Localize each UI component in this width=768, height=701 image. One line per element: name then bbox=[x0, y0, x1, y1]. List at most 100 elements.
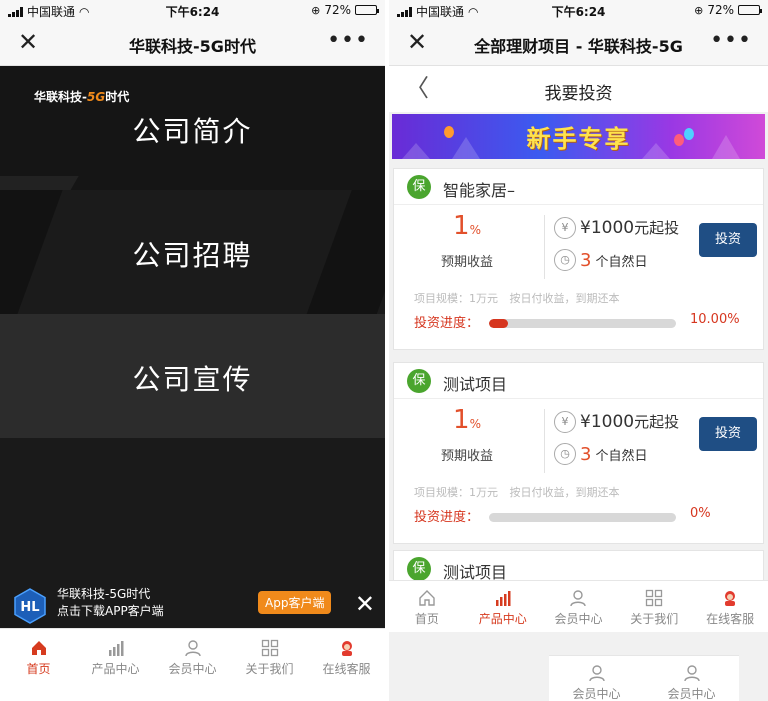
status-bar: 中国联通 ◠ 下午6:24 ⊕ 72% bbox=[389, 0, 768, 22]
tab-support-agent[interactable]: 在线客服 bbox=[692, 589, 768, 627]
sub-title: 我要投资 bbox=[544, 84, 613, 104]
progress-label: 投资进度： bbox=[414, 510, 480, 525]
close-banner-icon[interactable]: ✕ bbox=[355, 592, 375, 616]
guarantee-badge: 保 bbox=[407, 369, 431, 393]
orientation-lock-icon: ⊕ bbox=[311, 3, 321, 17]
tab-label: 在线客服 bbox=[322, 662, 371, 676]
blank-area bbox=[0, 438, 385, 582]
tab-label: 产品中心 bbox=[478, 612, 527, 626]
user-icon bbox=[570, 590, 587, 607]
menu-item-recruit[interactable]: 公司招聘 bbox=[0, 190, 385, 314]
page-title: 全部理财项目 - 华联科技-5G bbox=[474, 37, 683, 56]
support-agent-icon bbox=[341, 641, 352, 656]
guarantee-badge: 保 bbox=[407, 175, 431, 199]
tab-user[interactable]: 会员中心 bbox=[541, 589, 617, 627]
download-banner[interactable]: HL 华联科技-5G时代 点击下载APP客户端 App客户端 ✕ bbox=[0, 582, 385, 628]
clock-icon: ◷ bbox=[554, 249, 576, 271]
popup-item-member[interactable]: 会员中心 bbox=[644, 664, 739, 701]
promo-banner[interactable]: 新手专享 bbox=[392, 114, 765, 159]
tab-user[interactable]: 会员中心 bbox=[154, 639, 231, 677]
yen-icon: ¥ bbox=[554, 411, 576, 433]
tab-bar-chart[interactable]: 产品中心 bbox=[77, 639, 154, 677]
user-icon bbox=[184, 640, 201, 657]
card-header: 保 测试项目 bbox=[394, 363, 763, 399]
orientation-lock-icon: ⊕ bbox=[694, 3, 704, 17]
tab-label: 会员中心 bbox=[554, 612, 603, 626]
right-screen: 中国联通 ◠ 下午6:24 ⊕ 72% ✕ 全部理财项目 - 华联科技-5G •… bbox=[389, 0, 768, 701]
support-agent-icon bbox=[725, 591, 736, 606]
guarantee-badge: 保 bbox=[407, 557, 431, 581]
app-client-button[interactable]: App客户端 bbox=[258, 591, 332, 614]
nav-bar: ✕ 华联科技-5G时代 ••• bbox=[0, 22, 385, 66]
progress-value: 10.00% bbox=[690, 312, 740, 327]
project-meta: 项目规模：1万元 按日付收益，到期还本 bbox=[414, 486, 620, 499]
tab-grid[interactable]: 关于我们 bbox=[616, 589, 692, 627]
battery-icon bbox=[355, 5, 379, 15]
expected-rate: 1% bbox=[453, 211, 481, 241]
product-name: 测试项目 bbox=[443, 375, 508, 394]
tab-support-agent[interactable]: 在线客服 bbox=[308, 639, 385, 677]
product-card[interactable]: 保 测试项目 1% 预期收益 ¥ ¥1000元起投 ◷ 3 个自然日 投资 项目规… bbox=[393, 362, 764, 544]
tab-grid[interactable]: 关于我们 bbox=[231, 639, 308, 677]
battery-icon bbox=[738, 5, 762, 15]
nav-bar: ✕ 全部理财项目 - 华联科技-5G ••• bbox=[389, 22, 768, 66]
project-meta: 项目规模：1万元 按日付收益，到期还本 bbox=[414, 292, 620, 305]
invest-button[interactable]: 投资 bbox=[699, 223, 757, 257]
download-title: 华联科技-5G时代 bbox=[57, 587, 151, 601]
download-subtitle: 点击下载APP客户端 bbox=[57, 604, 164, 618]
tab-bar: 首页 产品中心 会员中心 关于我们 在线客服 bbox=[389, 580, 768, 632]
card-header: 保 智能家居– bbox=[394, 169, 763, 205]
svg-text:HL: HL bbox=[20, 600, 39, 615]
tab-bar-chart[interactable]: 产品中心 bbox=[465, 589, 541, 627]
divider bbox=[544, 409, 545, 473]
home-icon bbox=[31, 641, 46, 655]
invest-button[interactable]: 投资 bbox=[699, 417, 757, 451]
menu-item-promo[interactable]: 公司宣传 bbox=[0, 314, 385, 438]
bar-chart-icon bbox=[108, 641, 123, 656]
app-logo-icon: HL bbox=[14, 588, 46, 624]
popup-menu: 会员中心 会员中心 bbox=[549, 655, 739, 701]
rate-label: 预期收益 bbox=[440, 449, 493, 464]
yen-icon: ¥ bbox=[554, 217, 576, 239]
grid-icon bbox=[646, 589, 663, 607]
decor-shape bbox=[0, 176, 79, 190]
user-icon bbox=[683, 665, 700, 682]
banner-text: 新手专享 bbox=[526, 125, 631, 153]
user-icon bbox=[588, 665, 605, 682]
progress-fill bbox=[489, 319, 508, 328]
close-icon[interactable]: ✕ bbox=[407, 30, 427, 54]
tab-label: 首页 bbox=[26, 662, 51, 676]
menu-label: 公司宣传 bbox=[132, 363, 253, 396]
term-days: 3 个自然日 bbox=[580, 444, 648, 465]
battery-percent: 72% bbox=[324, 3, 351, 17]
menu-item-intro[interactable]: 公司简介 bbox=[0, 66, 385, 190]
menu-label: 公司简介 bbox=[132, 115, 253, 148]
bar-chart-icon bbox=[495, 591, 511, 606]
tab-label: 会员中心 bbox=[168, 662, 217, 676]
more-icon[interactable]: ••• bbox=[327, 28, 369, 53]
grid-icon bbox=[261, 639, 278, 657]
min-investment: ¥1000元起投 bbox=[580, 218, 680, 238]
page-title: 华联科技-5G时代 bbox=[129, 37, 256, 56]
battery-percent: 72% bbox=[707, 3, 734, 17]
close-icon[interactable]: ✕ bbox=[18, 30, 38, 54]
more-icon[interactable]: ••• bbox=[710, 28, 752, 53]
popup-label: 会员中心 bbox=[667, 687, 716, 701]
tab-label: 在线客服 bbox=[706, 612, 755, 626]
product-card[interactable]: 保 智能家居– 1% 预期收益 ¥ ¥1000元起投 ◷ 3 个自然日 投资 项目… bbox=[393, 168, 764, 350]
tab-label: 首页 bbox=[414, 612, 439, 626]
sub-header: 〈 我要投资 bbox=[389, 66, 768, 112]
tab-label: 产品中心 bbox=[91, 662, 140, 676]
popup-item-member[interactable]: 会员中心 bbox=[549, 664, 644, 701]
progress-bar bbox=[489, 319, 676, 328]
tab-home[interactable]: 首页 bbox=[0, 639, 77, 677]
home-icon bbox=[419, 590, 435, 606]
left-screen: 中国联通 ◠ 下午6:24 ⊕ 72% ✕ 华联科技-5G时代 ••• 公司简介… bbox=[0, 0, 385, 701]
divider bbox=[544, 215, 545, 279]
brand-logo: 华联科技-5G时代 bbox=[34, 90, 130, 104]
tab-home[interactable]: 首页 bbox=[389, 589, 465, 627]
product-name: 智能家居– bbox=[443, 181, 516, 200]
tab-label: 关于我们 bbox=[630, 612, 679, 626]
tab-label: 关于我们 bbox=[245, 662, 294, 676]
rate-label: 预期收益 bbox=[440, 255, 493, 270]
